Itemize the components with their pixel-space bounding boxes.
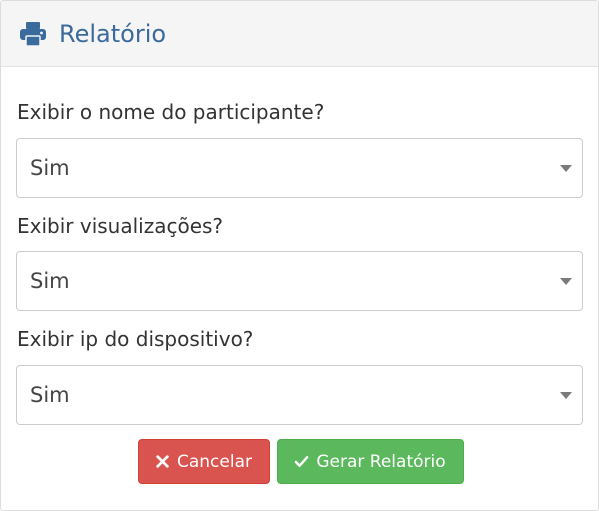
select-device-ip[interactable]: Sim [16,365,583,425]
field-label-participant-name: Exibir o nome do participante? [17,100,325,124]
cancel-label: Cancelar [177,451,252,472]
panel-header: Relatório [1,1,598,67]
generate-label: Gerar Relatório [316,451,446,472]
caret-down-icon [560,165,572,172]
generate-report-button[interactable]: Gerar Relatório [276,439,464,484]
select-views[interactable]: Sim [16,251,583,311]
field-label-device-ip: Exibir ip do dispositivo? [17,327,254,351]
select-participant-name[interactable]: Sim [16,138,583,198]
caret-down-icon [560,392,572,399]
caret-down-icon [560,278,572,285]
report-panel: Relatório Exibir o nome do participante?… [0,0,599,511]
field-label-views: Exibir visualizações? [17,214,224,238]
select-value: Sim [30,156,70,180]
panel-title: Relatório [59,19,167,48]
times-icon [156,455,169,468]
cancel-button[interactable]: Cancelar [137,439,270,484]
button-row: Cancelar Gerar Relatório [1,439,598,484]
check-icon [295,456,309,467]
printer-icon [20,21,46,47]
select-value: Sim [30,383,70,407]
select-value: Sim [30,269,70,293]
